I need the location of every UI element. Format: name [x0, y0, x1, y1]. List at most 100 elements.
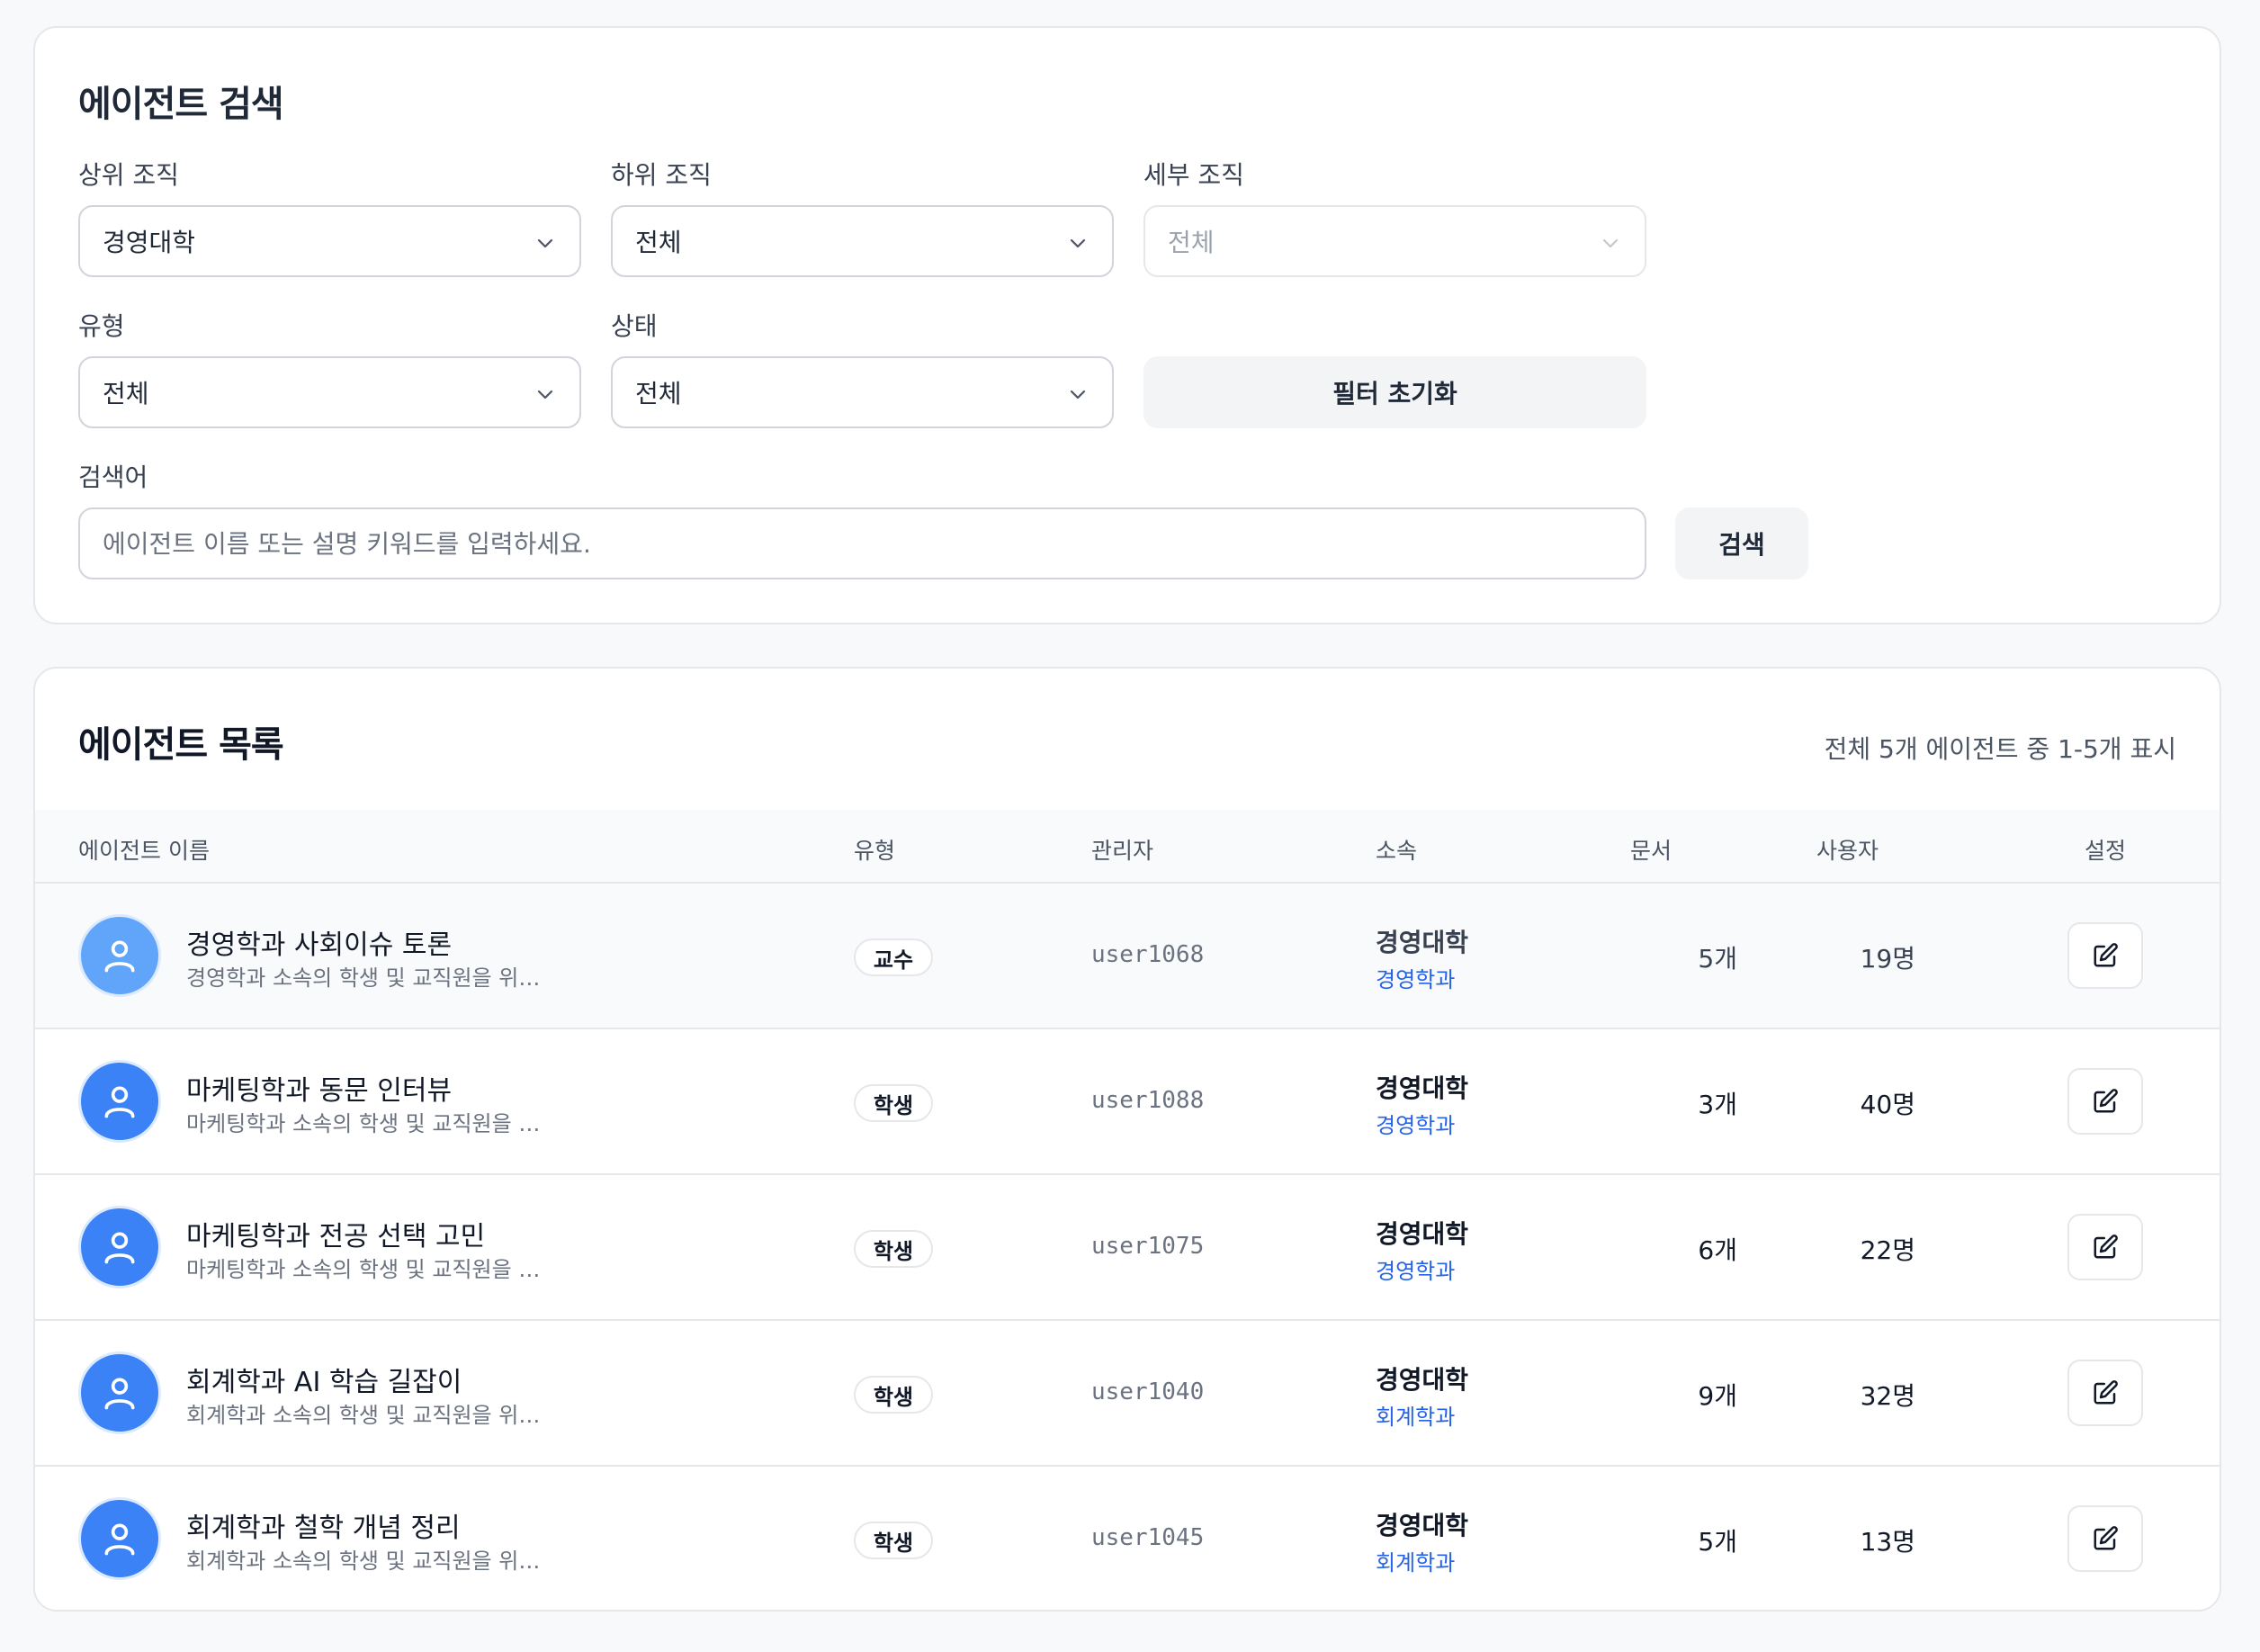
- edit-button[interactable]: [2067, 922, 2143, 989]
- user-icon: [104, 940, 135, 973]
- type-select[interactable]: 전체: [78, 356, 581, 428]
- agent-description: 회계학과 소속의 학생 및 교직원을 위한 에이전트: [186, 1403, 546, 1428]
- org-department: 회계학과: [1376, 1550, 1456, 1576]
- status-label: 상태: [611, 311, 658, 341]
- document-count: 9개: [1698, 1381, 1737, 1411]
- manager-id: user1040: [1091, 1378, 1205, 1405]
- column-header-settings: 설정: [2085, 838, 2127, 864]
- edit-icon: [2094, 1380, 2118, 1405]
- user-count: 22명: [1860, 1235, 1915, 1265]
- chevron-down-icon: [537, 238, 553, 248]
- document-count: 5개: [1698, 944, 1737, 974]
- table-row[interactable]: 마케팅학과 동문 인터뷰 마케팅학과 소속의 학생 및 교직원을 위한 에이전트…: [35, 1029, 2220, 1175]
- column-header-users: 사용자: [1816, 838, 1879, 864]
- sub-org-label: 하위 조직: [611, 160, 712, 190]
- edit-icon: [2094, 1235, 2118, 1259]
- agent-name[interactable]: 마케팅학과 전공 선택 고민: [186, 1214, 485, 1253]
- result-summary: 전체 5개 에이전트 중 1-5개 표시: [1824, 734, 2176, 764]
- status-value: 전체: [635, 379, 682, 409]
- column-header-org: 소속: [1376, 838, 1418, 864]
- org-college: 경영대학: [1376, 1219, 1469, 1249]
- type-label: 유형: [78, 311, 125, 341]
- type-value: 전체: [103, 379, 149, 409]
- status-select[interactable]: 전체: [611, 356, 1114, 428]
- agent-name[interactable]: 회계학과 철학 개념 정리: [186, 1505, 461, 1545]
- user-count: 32명: [1860, 1381, 1915, 1411]
- table-row[interactable]: 마케팅학과 전공 선택 고민 마케팅학과 소속의 학생 및 교직원을 위한 에이…: [35, 1175, 2220, 1321]
- org-college: 경영대학: [1376, 928, 1469, 957]
- document-count: 5개: [1698, 1527, 1737, 1557]
- type-badge: 학생: [854, 1522, 933, 1559]
- org-college: 경영대학: [1376, 1073, 1469, 1103]
- type-badge: 학생: [854, 1084, 933, 1122]
- chevron-down-icon: [1070, 238, 1086, 248]
- edit-icon: [2094, 1526, 2118, 1550]
- parent-org-select[interactable]: 경영대학: [78, 205, 581, 277]
- manager-id: user1075: [1091, 1233, 1205, 1260]
- parent-org-label: 상위 조직: [78, 160, 179, 190]
- edit-icon: [2094, 943, 2118, 967]
- agent-search-panel: 에이전트 검색 상위 조직 경영대학 하위 조직 전체 세부 조직 전체 유형 …: [33, 26, 2221, 624]
- table-row[interactable]: 경영학과 사회이슈 토론 경영학과 소속의 학생 및 교직원을 위한 에이전트 …: [35, 884, 2220, 1029]
- parent-org-value: 경영대학: [103, 228, 196, 257]
- agent-avatar: [78, 1060, 161, 1143]
- table-header: 에이전트 이름 유형 관리자 소속 문서 사용자 설정: [35, 810, 2220, 884]
- user-count: 19명: [1860, 944, 1915, 974]
- user-icon: [104, 1378, 135, 1410]
- user-count: 13명: [1860, 1527, 1915, 1557]
- edit-button[interactable]: [2067, 1360, 2143, 1426]
- edit-icon: [2094, 1089, 2118, 1113]
- agent-description: 마케팅학과 소속의 학생 및 교직원을 위한 에이전트: [186, 1111, 546, 1136]
- agent-name[interactable]: 마케팅학과 동문 인터뷰: [186, 1068, 452, 1108]
- detail-org-label: 세부 조직: [1143, 160, 1244, 190]
- column-header-docs: 문서: [1630, 838, 1673, 864]
- type-badge: 교수: [854, 938, 933, 976]
- org-department: 경영학과: [1376, 967, 1456, 992]
- column-header-manager: 관리자: [1091, 838, 1154, 864]
- document-count: 3개: [1698, 1090, 1737, 1119]
- table-row[interactable]: 회계학과 철학 개념 정리 회계학과 소속의 학생 및 교직원을 위한 에이전트…: [35, 1467, 2220, 1610]
- agent-description: 마케팅학과 소속의 학생 및 교직원을 위한 에이전트: [186, 1257, 546, 1282]
- chevron-down-icon: [537, 390, 553, 400]
- org-department: 회계학과: [1376, 1405, 1456, 1430]
- agent-description: 회계학과 소속의 학생 및 교직원을 위한 에이전트: [186, 1549, 546, 1574]
- sub-org-value: 전체: [635, 228, 682, 257]
- user-icon: [104, 1086, 135, 1118]
- type-badge: 학생: [854, 1230, 933, 1268]
- org-college: 경영대학: [1376, 1511, 1469, 1540]
- edit-button[interactable]: [2067, 1214, 2143, 1280]
- agent-name[interactable]: 회계학과 AI 학습 길잡이: [186, 1360, 462, 1399]
- sub-org-select[interactable]: 전체: [611, 205, 1114, 277]
- document-count: 6개: [1698, 1235, 1737, 1265]
- org-department: 경영학과: [1376, 1113, 1456, 1138]
- chevron-down-icon: [1070, 390, 1086, 400]
- agent-name[interactable]: 경영학과 사회이슈 토론: [186, 922, 452, 962]
- keyword-label: 검색어: [78, 462, 148, 492]
- agent-list-panel: 에이전트 목록 전체 5개 에이전트 중 1-5개 표시 에이전트 이름 유형 …: [33, 667, 2221, 1612]
- agent-avatar: [78, 1351, 161, 1434]
- org-department: 경영학과: [1376, 1259, 1456, 1284]
- manager-id: user1088: [1091, 1087, 1205, 1114]
- detail-org-value: 전체: [1168, 228, 1215, 257]
- user-icon: [104, 1232, 135, 1264]
- edit-button[interactable]: [2067, 1505, 2143, 1572]
- keyword-search-input[interactable]: [78, 507, 1646, 579]
- agent-avatar: [78, 1497, 161, 1580]
- search-title: 에이전트 검색: [78, 84, 284, 125]
- column-header-name: 에이전트 이름: [78, 838, 210, 864]
- search-button[interactable]: 검색: [1675, 507, 1808, 579]
- agent-description: 경영학과 소속의 학생 및 교직원을 위한 에이전트: [186, 965, 546, 991]
- edit-button[interactable]: [2067, 1068, 2143, 1135]
- agent-avatar: [78, 914, 161, 997]
- table-row[interactable]: 회계학과 AI 학습 길잡이 회계학과 소속의 학생 및 교직원을 위한 에이전…: [35, 1321, 2220, 1467]
- manager-id: user1068: [1091, 941, 1205, 968]
- manager-id: user1045: [1091, 1524, 1205, 1551]
- type-badge: 학생: [854, 1376, 933, 1414]
- reset-filter-button[interactable]: 필터 초기화: [1143, 356, 1646, 428]
- user-icon: [104, 1523, 135, 1556]
- list-title: 에이전트 목록: [78, 724, 284, 766]
- chevron-down-icon: [1602, 238, 1619, 248]
- detail-org-select[interactable]: 전체: [1143, 205, 1646, 277]
- user-count: 40명: [1860, 1090, 1915, 1119]
- org-college: 경영대학: [1376, 1365, 1469, 1395]
